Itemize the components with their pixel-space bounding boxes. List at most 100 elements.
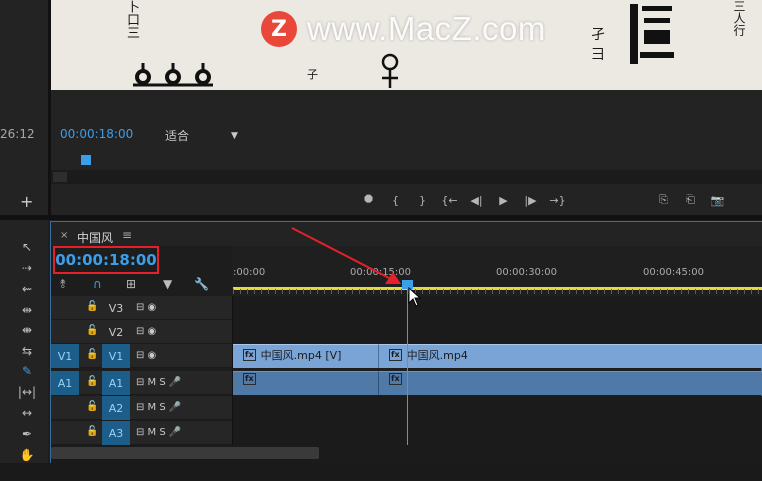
ripple-edit-tool-icon[interactable]: ⇜	[16, 279, 38, 299]
go-to-out-icon[interactable]: →}	[544, 190, 571, 210]
fit-value: 适合	[165, 129, 190, 143]
clip-label: fx 中国风.mp4 [V]	[243, 347, 341, 363]
step-back-icon[interactable]: ◀|	[463, 190, 490, 210]
track-select-tool-icon[interactable]: ⇢	[16, 258, 38, 278]
track-header-v3: 🔓 V3 ⊟ ◉	[51, 296, 232, 320]
close-icon[interactable]: ×	[60, 230, 68, 241]
calligraphy-left: 卜口三	[124, 0, 139, 39]
add-button[interactable]: +	[20, 192, 33, 211]
source-panel-edge	[0, 0, 48, 215]
ruler-label: 00:00:30:00	[496, 267, 558, 278]
track-header-v1: V1 🔓 V1 ⊟ ◉	[51, 344, 232, 368]
play-icon[interactable]: ▶	[490, 190, 517, 210]
track-toggle-icons[interactable]: ⊟ ◉	[136, 302, 156, 313]
pen-tool-icon[interactable]: ✒	[16, 424, 38, 444]
clip-label: fx 中国风.mp4	[389, 347, 468, 363]
hand-tool-icon[interactable]: ✋	[16, 445, 38, 465]
sequence-timecode[interactable]: 00:00:18:00	[53, 246, 159, 274]
sequence-tab-title[interactable]: 中国风	[77, 229, 113, 246]
ripple-tool-icon[interactable]: ⇆	[16, 341, 38, 361]
annotation-arrow	[291, 227, 401, 284]
linked-selection-icon[interactable]: ⊞	[126, 277, 136, 291]
lock-icon[interactable]: 🔓	[86, 301, 98, 312]
track-toggle-icons[interactable]: ⊟ ◉	[136, 326, 156, 337]
tools-panel: ↖ ⇢ ⇜ ⇹ ⇼ ⇆ ✎ |↔| ↔ ✒ ✋	[0, 220, 48, 481]
macz-logo: Z	[261, 11, 297, 47]
mouse-cursor-icon	[408, 287, 422, 307]
program-monitor-video: 卜口三 子 孑彐 三人行 Z www.MacZ.com	[51, 0, 762, 90]
track-target-v1[interactable]: V1	[102, 344, 130, 368]
step-forward-icon[interactable]: |▶	[517, 190, 544, 210]
calligraphy-big-glyph	[630, 4, 674, 64]
status-strip	[0, 463, 762, 481]
rolling-edit-tool-icon[interactable]: ⇹	[16, 300, 38, 320]
fx-badge: fx	[389, 373, 402, 385]
rate-stretch-tool-icon[interactable]: ⇼	[16, 320, 38, 340]
ruler-label: :00:00	[233, 267, 266, 278]
audio-clip[interactable]: fx	[378, 371, 762, 395]
calligraphy-right: 孑彐	[591, 27, 605, 63]
clip-label: fx	[243, 373, 256, 385]
mark-in-icon[interactable]: {	[382, 190, 409, 210]
slip-tool-icon[interactable]: |↔|	[16, 382, 38, 402]
track-toggle-icons[interactable]: ⊟ M S 🎤	[136, 377, 181, 388]
track-target-v2[interactable]: V2	[102, 320, 130, 344]
lock-icon[interactable]: 🔓	[86, 426, 98, 437]
panel-menu-icon[interactable]: ≡	[122, 228, 132, 242]
playhead-timecode[interactable]: 00:00:18:00	[60, 127, 133, 141]
ruler-label: 00:00:45:00	[643, 267, 705, 278]
monitor-time-ruler[interactable]	[51, 150, 762, 170]
slide-tool-icon[interactable]: ↔	[16, 403, 38, 423]
video-clip[interactable]: fx 中国风.mp4	[378, 344, 762, 368]
extract-icon[interactable]: ⎗	[677, 190, 704, 210]
track-toggle-icons[interactable]: ⊟ M S 🎤	[136, 402, 181, 413]
razor-tool-icon[interactable]: ✎	[16, 361, 38, 381]
lock-icon[interactable]: 🔓	[86, 325, 98, 336]
fx-badge: fx	[243, 349, 256, 361]
selection-tool-icon[interactable]: ↖	[16, 237, 38, 257]
track-header-a1: A1 🔓 A1 ⊟ M S 🎤	[51, 371, 232, 395]
marker-icon[interactable]: ⯃	[355, 190, 382, 210]
track-toggle-icons[interactable]: ⊟ M S 🎤	[136, 427, 181, 438]
mark-out-icon[interactable]: }	[409, 190, 436, 210]
panel-divider-horizontal[interactable]	[0, 215, 762, 220]
track-target-a2[interactable]: A2	[102, 396, 130, 420]
track-toggle-icons[interactable]: ⊟ ◉	[136, 350, 156, 361]
track-target-a3[interactable]: A3	[102, 421, 130, 445]
calligraphy-figures	[133, 63, 213, 87]
monitor-zoom-scrollbar[interactable]	[51, 170, 762, 184]
track-target-a1[interactable]: A1	[102, 371, 130, 395]
source-patch-a1[interactable]: A1	[51, 371, 79, 395]
lock-icon[interactable]: 🔓	[86, 376, 98, 387]
add-marker-icon[interactable]: ▼	[163, 277, 172, 291]
fx-badge: fx	[243, 373, 256, 385]
timeline-scroll-thumb[interactable]	[51, 447, 319, 459]
camera-icon[interactable]: 📷	[704, 190, 731, 210]
lift-icon[interactable]: ⎘	[650, 190, 677, 210]
clip-name: 中国风.mp4 [V]	[260, 349, 342, 362]
source-patch-v1[interactable]: V1	[51, 344, 79, 368]
monitor-scroll-thumb[interactable]	[53, 172, 67, 182]
wrench-icon[interactable]: 🔧	[194, 277, 209, 291]
video-clip[interactable]: fx 中国风.mp4 [V]	[233, 344, 378, 368]
snap-icon[interactable]: ∩	[93, 277, 102, 291]
audio-clip[interactable]: fx	[233, 371, 378, 395]
calligraphy-glyph	[381, 53, 399, 88]
track-target-v3[interactable]: V3	[102, 296, 130, 320]
insert-sequence-icon[interactable]: ⥉	[60, 277, 66, 292]
empty-audio-tracks[interactable]	[233, 396, 762, 445]
chevron-down-icon: ▼	[231, 130, 238, 141]
monitor-playhead[interactable]	[81, 155, 91, 165]
source-timecode: 26:12	[0, 127, 35, 141]
clip-name: 中国风.mp4	[406, 349, 468, 362]
track-header-a2: 🔓 A2 ⊟ M S 🎤	[51, 396, 232, 420]
fit-dropdown[interactable]: 适合 ▼	[165, 127, 238, 144]
transport-controls-right: ⎘ ⎗ 📷	[650, 190, 731, 210]
go-to-in-icon[interactable]: {←	[436, 190, 463, 210]
lock-icon[interactable]: 🔓	[86, 401, 98, 412]
track-header-v2: 🔓 V2 ⊟ ◉	[51, 320, 232, 344]
lock-icon[interactable]: 🔓	[86, 349, 98, 360]
clip-label: fx	[389, 373, 402, 385]
watermark: Z www.MacZ.com	[261, 10, 546, 48]
calligraphy-far-right: 三人行	[732, 0, 746, 36]
